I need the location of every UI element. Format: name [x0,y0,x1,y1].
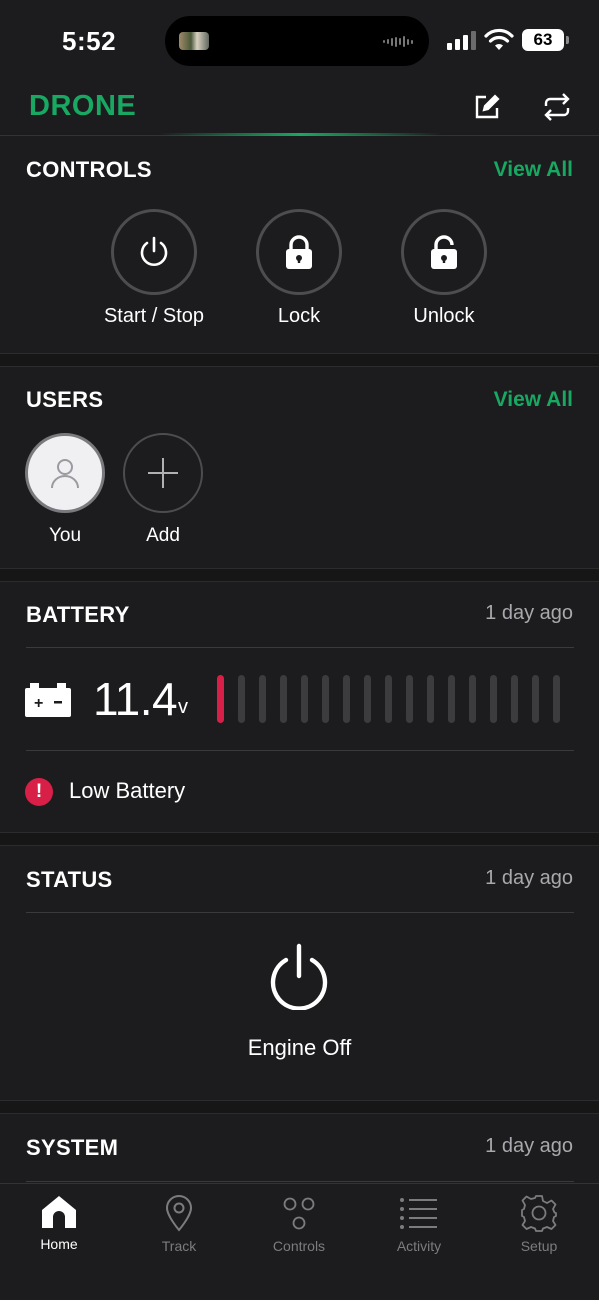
start-stop-circle[interactable] [111,209,197,295]
lock-circle[interactable] [256,209,342,295]
alert-icon: ! [25,778,53,806]
wifi-icon [484,28,514,50]
divider [26,912,574,913]
battery-indicator: 63 [522,29,564,51]
section-divider [0,353,599,367]
start-stop-button[interactable]: Start / Stop [84,209,224,328]
battery-level-segment [217,675,224,723]
tab-home-label: Home [40,1236,78,1252]
battery-updated: 1 day ago [485,602,573,624]
unlock-label: Unlock [413,305,475,327]
tab-controls[interactable]: Controls [249,1194,349,1254]
unlock-icon [431,235,457,269]
users-card: USERS View All You Add [0,368,599,568]
edit-icon[interactable] [472,92,502,122]
tab-controls-label: Controls [272,1238,326,1254]
unlock-button[interactable]: Unlock [374,209,514,328]
low-battery-alert: Low Battery [69,778,186,803]
system-updated: 1 day ago [485,1135,573,1157]
battery-level-segment [259,675,266,723]
tab-activity[interactable]: Activity [369,1194,469,1254]
battery-title: BATTERY [26,602,130,627]
battery-voltage: 11.4 [93,673,178,725]
add-user-circle[interactable] [123,433,203,513]
battery-level-segment [553,675,560,723]
controls-view-all-link[interactable]: View All [494,158,573,182]
battery-level-segment [490,675,497,723]
users-view-all-link[interactable]: View All [494,388,573,412]
tab-track[interactable]: Track [129,1194,229,1254]
divider [26,1181,574,1182]
start-stop-label: Start / Stop [103,305,205,327]
tab-setup-label: Setup [520,1238,558,1254]
battery-level-segment [238,675,245,723]
battery-level-segment [406,675,413,723]
controls-title: CONTROLS [26,157,152,182]
battery-level-segment [364,675,371,723]
avatar[interactable] [25,433,105,513]
add-user-label: Add [146,525,180,546]
plus-icon [148,458,178,488]
controls-card: CONTROLS View All Start / Stop Lock Unlo… [0,137,599,353]
cellular-signal-icon [447,30,476,50]
section-divider [0,1100,599,1114]
dynamic-island [165,16,429,66]
battery-level-segment [511,675,518,723]
system-title: SYSTEM [26,1135,119,1160]
add-user-button[interactable]: Add [123,433,203,547]
divider [26,750,574,751]
battery-tip [566,36,569,44]
gear-icon [521,1195,557,1232]
battery-level-segment [469,675,476,723]
system-card: SYSTEM 1 day ago [0,1115,599,1183]
engine-status: Engine Off [247,1035,352,1060]
battery-level-meter [217,675,560,723]
sync-icon[interactable] [541,92,573,122]
car-battery-icon: + [25,683,71,717]
header-accent-glow [160,133,440,136]
list-icon [400,1198,437,1229]
now-playing-thumbnail [179,32,209,50]
tab-home[interactable]: Home [9,1194,109,1252]
divider [26,647,574,648]
audio-wave-icon [383,36,413,47]
engine-power-icon [270,943,328,1010]
battery-level-segment [427,675,434,723]
svg-text:+: + [34,695,43,712]
users-title: USERS [26,387,104,412]
battery-level-segment [343,675,350,723]
battery-voltage-unit: v [178,696,188,718]
status-bar: 5:52 63 [0,0,599,80]
home-icon [42,1196,76,1228]
status-time: 5:52 [62,26,117,56]
section-divider [0,568,599,582]
status-updated: 1 day ago [485,867,573,889]
app-header: DRONE [0,80,599,136]
controls-icon [283,1197,315,1230]
battery-level-segment [385,675,392,723]
user-you[interactable]: You [25,433,105,547]
bottom-tab-bar: Home Track Controls Activity Setup [0,1183,599,1300]
unlock-circle[interactable] [401,209,487,295]
location-pin-icon [165,1195,193,1232]
status-title: STATUS [26,867,113,892]
battery-level-segment [301,675,308,723]
app-logo: DRONE [29,90,137,122]
power-icon [140,236,168,266]
battery-level-segment [322,675,329,723]
battery-level-segment [448,675,455,723]
tab-track-label: Track [161,1238,197,1254]
battery-level-segment [532,675,539,723]
lock-button[interactable]: Lock [229,209,369,328]
lock-icon [286,235,312,269]
user-icon [51,459,79,489]
tab-activity-label: Activity [396,1238,442,1254]
user-you-label: You [48,525,82,546]
battery-level-segment [280,675,287,723]
tab-setup[interactable]: Setup [489,1194,589,1254]
lock-label: Lock [277,305,321,327]
section-divider [0,832,599,846]
